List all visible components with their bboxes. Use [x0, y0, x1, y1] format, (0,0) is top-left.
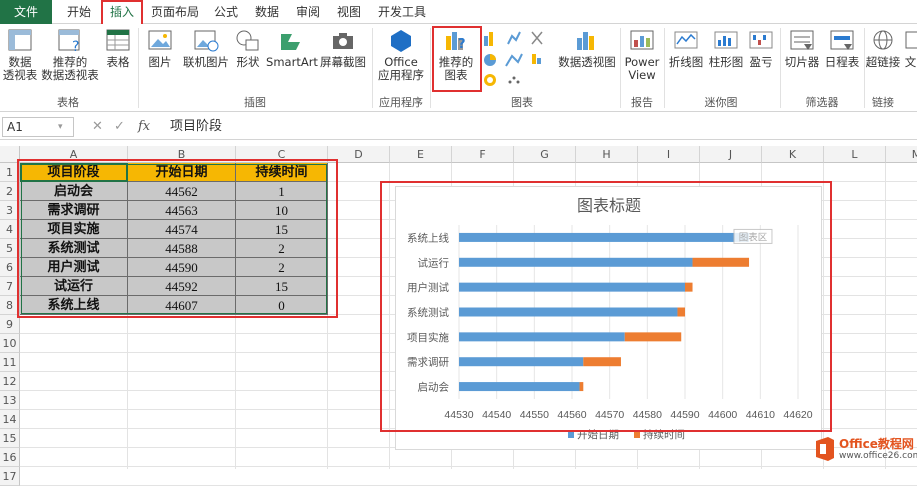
sparkline-winloss-button[interactable]: 盈亏	[746, 28, 776, 69]
tab-data[interactable]: 数据	[248, 0, 286, 24]
pivot-table-icon	[8, 29, 32, 51]
row-header-17[interactable]: 17	[0, 467, 20, 486]
sparkline-line-button[interactable]: 折线图	[666, 28, 706, 69]
column-header-j[interactable]: J	[700, 146, 762, 163]
watermark-url: www.office26.com	[839, 451, 917, 461]
group-label-illustrations: 插图	[244, 96, 266, 109]
slicer-icon	[790, 30, 814, 50]
row-header-16[interactable]: 16	[0, 448, 20, 467]
smartart-button[interactable]: SmartArt	[266, 28, 318, 69]
timeline-button[interactable]: 日程表	[822, 28, 862, 69]
camera-icon	[333, 33, 353, 49]
tab-view[interactable]: 视图	[330, 0, 368, 24]
legend-swatch-duration	[634, 432, 640, 438]
insert-function-button[interactable]: fx	[138, 117, 150, 137]
svg-text:?: ?	[72, 39, 79, 54]
online-picture-icon	[194, 30, 219, 52]
office-logo-icon	[816, 437, 834, 461]
cancel-icon[interactable]: ✕	[92, 117, 103, 137]
group-label-filters: 筛选器	[805, 96, 839, 109]
text-button[interactable]: 文	[904, 28, 917, 69]
group-label-tables: 表格	[57, 96, 79, 109]
sparkline-winloss-icon	[749, 31, 773, 49]
shapes-icon	[236, 30, 259, 51]
table-button[interactable]: 表格	[102, 28, 134, 69]
group-divider	[372, 28, 373, 108]
group-divider	[430, 28, 431, 108]
group-divider	[780, 28, 781, 108]
ribbon-tab-bar: 文件 开始 插入 页面布局 公式 数据 审阅 视图 开发工具	[0, 0, 917, 24]
group-label-apps: 应用程序	[379, 96, 423, 109]
group-label-charts: 图表	[511, 96, 533, 109]
watermark-logo: Office教程网 www.office26.com	[813, 433, 917, 465]
name-box-dropdown-icon[interactable]: ▾	[58, 117, 63, 137]
pivot-chart-icon	[577, 32, 594, 50]
picture-icon	[148, 30, 172, 50]
row-header-13[interactable]: 13	[0, 391, 20, 410]
grid-line	[885, 163, 886, 469]
ribbon: 数据 透视表 ? 推荐的 数据透视表 表格 表格 图片 联机图片 形状 Smar…	[0, 24, 917, 112]
row-header-11[interactable]: 11	[0, 353, 20, 372]
enter-icon[interactable]: ✓	[114, 117, 125, 137]
table-icon	[106, 29, 130, 51]
power-view-button[interactable]: Power View	[622, 28, 662, 82]
shapes-button[interactable]: 形状	[232, 28, 264, 69]
tab-insert[interactable]: 插入	[101, 0, 143, 24]
text-icon	[905, 31, 917, 49]
sparkline-line-icon	[674, 31, 698, 49]
tab-home[interactable]: 开始	[60, 0, 98, 24]
highlight-chart	[380, 181, 832, 432]
pivot-table-button[interactable]: 数据 透视表	[2, 28, 38, 82]
online-picture-button[interactable]: 联机图片	[180, 28, 232, 69]
row-header-12[interactable]: 12	[0, 372, 20, 391]
sparkline-column-icon	[714, 31, 738, 49]
formula-input[interactable]: 项目阶段	[170, 117, 222, 137]
recommended-pivot-button[interactable]: ? 推荐的 数据透视表	[40, 28, 100, 82]
office-apps-icon	[391, 30, 411, 52]
column-header-g[interactable]: G	[514, 146, 576, 163]
watermark-brand: Office教程网	[839, 437, 914, 451]
grid-line	[20, 466, 917, 467]
tab-review[interactable]: 审阅	[289, 0, 327, 24]
sparkline-column-button[interactable]: 柱形图	[706, 28, 746, 69]
hyperlink-icon	[873, 30, 893, 50]
row-header-14[interactable]: 14	[0, 410, 20, 429]
group-label-reports: 报告	[631, 96, 653, 109]
tab-file[interactable]: 文件	[0, 0, 52, 24]
timeline-icon	[830, 30, 854, 50]
pivot-chart-button[interactable]: 数据透视图	[556, 28, 618, 69]
highlight-recommended-charts	[432, 26, 482, 92]
group-divider	[664, 28, 665, 108]
formula-bar: A1 ▾ ✕ ✓ fx 项目阶段	[0, 114, 917, 140]
group-label-sparklines: 迷你图	[704, 96, 738, 109]
tab-formulas[interactable]: 公式	[207, 0, 245, 24]
recommended-pivot-icon: ?	[58, 29, 80, 54]
column-header-i[interactable]: I	[638, 146, 700, 163]
column-header-k[interactable]: K	[762, 146, 824, 163]
smartart-icon	[281, 34, 300, 50]
picture-button[interactable]: 图片	[142, 28, 178, 69]
screenshot-button[interactable]: 屏幕截图	[318, 28, 368, 69]
column-header-m[interactable]: M	[886, 146, 917, 163]
office-apps-button[interactable]: Office 应用程序	[374, 28, 428, 82]
tab-developer[interactable]: 开发工具	[371, 0, 433, 24]
slicer-button[interactable]: 切片器	[782, 28, 822, 69]
chart-type-gallery[interactable]	[482, 30, 552, 93]
column-header-l[interactable]: L	[824, 146, 886, 163]
tab-page-layout[interactable]: 页面布局	[146, 0, 204, 24]
name-box[interactable]: A1	[2, 117, 74, 137]
legend-swatch-start	[568, 432, 574, 438]
highlight-data-range	[17, 159, 338, 318]
group-divider	[138, 28, 139, 108]
row-header-10[interactable]: 10	[0, 334, 20, 353]
column-header-e[interactable]: E	[390, 146, 452, 163]
group-label-links: 链接	[872, 96, 894, 109]
power-view-icon	[630, 30, 654, 50]
hyperlink-button[interactable]: 超链接	[864, 28, 902, 69]
group-divider	[620, 28, 621, 108]
column-header-h[interactable]: H	[576, 146, 638, 163]
row-header-15[interactable]: 15	[0, 429, 20, 448]
column-header-f[interactable]: F	[452, 146, 514, 163]
chart-types-icon	[484, 31, 543, 86]
